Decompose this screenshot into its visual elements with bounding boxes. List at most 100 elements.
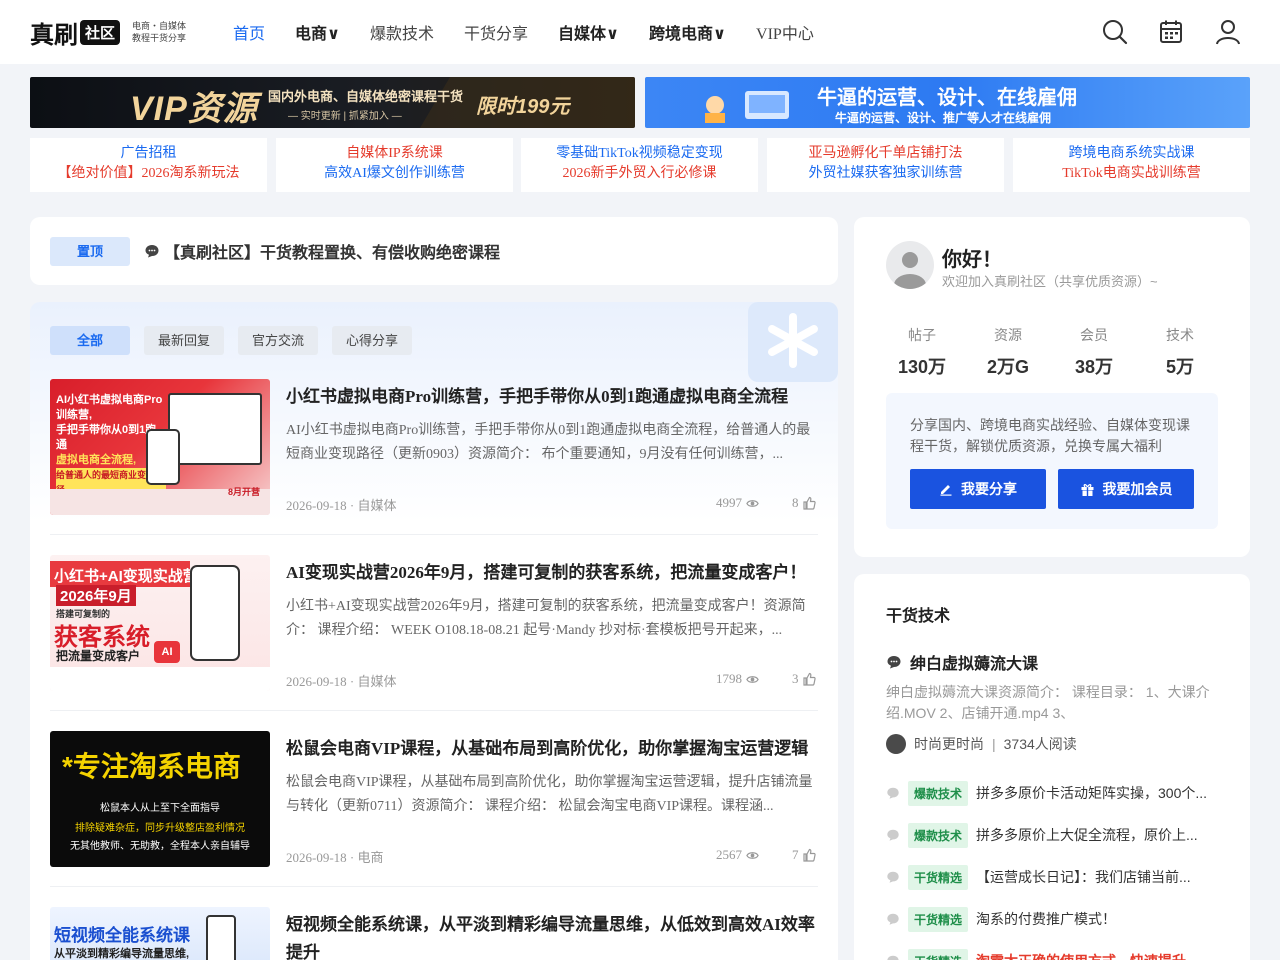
thumb-phone-image (206, 915, 236, 960)
thumb-text: 2026年9月 (56, 585, 136, 606)
share-button-label: 我要分享 (961, 481, 1017, 497)
category-tag[interactable]: 干货精选 (908, 906, 969, 932)
pinned-badge: 置顶 (50, 237, 130, 266)
author-avatar[interactable] (886, 734, 906, 754)
ad-slot-4-line1[interactable]: 亚马逊孵化千单店铺打法 (767, 144, 1004, 164)
ad-slot-4-line2[interactable]: 外贸社媒获客独家训练营 (767, 164, 1004, 184)
pinned-card: 置顶 【真刷社区】干货教程置换、有偿收购绝密课程 (30, 217, 838, 285)
ad-slot-5-line1[interactable]: 跨境电商系统实战课 (1013, 144, 1250, 164)
author-name[interactable]: 时尚更时尚 (914, 734, 984, 754)
user-icon[interactable] (1214, 18, 1242, 46)
list-item[interactable]: 干货精选 淘系的付费推广模式！ (886, 906, 1226, 932)
list-item[interactable]: 干货精选 淘需太正确的使用方式，快速提升 (886, 948, 1226, 960)
comment-icon (887, 656, 901, 669)
ad-slot-1-line1[interactable]: 广告招租 (30, 144, 267, 164)
tab-experience[interactable]: 心得分享 (332, 326, 412, 355)
post-thumbnail[interactable]: *专注淘系电商 松鼠本人从上至下全面指导 排除疑难杂症，同步升级整店盈利情况 无… (50, 731, 270, 867)
vip-banner-line1: 国内外电商、自媒体绝密课程干货 (268, 89, 464, 104)
stat-label: 会员 (1080, 327, 1108, 343)
post-item[interactable]: *专注淘系电商 松鼠本人从上至下全面指导 排除疑难杂症，同步升级整店盈利情况 无… (50, 731, 818, 867)
ad-slot-4[interactable]: 亚马逊孵化千单店铺打法 外贸社媒获客独家训练营 (767, 138, 1004, 192)
ad-slot-5-line2[interactable]: TikTok电商实战训练营 (1013, 164, 1250, 184)
site-logo[interactable]: 真刷 社区 电商・自媒体 教程干货分享 (30, 14, 192, 50)
ad-slot-3-line2[interactable]: 2026新手外贸入行必修课 (521, 164, 758, 184)
post-title[interactable]: 松鼠会电商VIP课程，从基础布局到高阶优化，助你掌握淘宝运营逻辑 (286, 735, 821, 763)
post-likes[interactable]: 7 (792, 847, 816, 863)
nav-vip-center[interactable]: VIP中心 (756, 20, 814, 44)
hire-banner-subtitle: 牛逼的运营、设计、推广等人才在线雇佣 (835, 111, 1052, 125)
thumb-text: *专注淘系电商 (62, 751, 241, 782)
stat-label: 技术 (1166, 327, 1194, 343)
stat-value: 130万 (897, 357, 947, 377)
nav-hot-tech[interactable]: 爆款技术 (370, 20, 434, 44)
post-thumbnail[interactable]: AI小红书虚拟电商Pro训练营, 手把手带你从0到1跑通 虚拟电商全流程, 给普… (50, 379, 270, 515)
list-item-title[interactable]: 拼多多原价卡活动矩阵实操，300个... (976, 783, 1226, 803)
vip-banner-price: 限时199元 (476, 96, 570, 118)
post-thumbnail[interactable]: 短视频全能系统课 从平淡到精彩编导流量思维, (50, 907, 270, 960)
post-title[interactable]: 短视频全能系统课，从平淡到精彩编导流量思维，从低效到高效AI效率提升 (286, 911, 821, 960)
featured-title-text[interactable]: 绅白虚拟薅流大课 (910, 650, 1038, 674)
thumb-text: 小红书+AI变现实战营 (54, 568, 198, 585)
category-tag[interactable]: 爆款技术 (908, 780, 969, 806)
ad-slot-3-line1[interactable]: 零基础TikTok视频稳定变现 (521, 144, 758, 164)
thumb-text: 从平淡到精彩编导流量思维, (54, 948, 190, 960)
thumb-ai-badge: AI (154, 641, 180, 663)
category-tag[interactable]: 干货精选 (908, 948, 969, 960)
ad-slot-5[interactable]: 跨境电商系统实战课 TikTok电商实战训练营 (1013, 138, 1250, 192)
list-item-title[interactable]: 淘需太正确的使用方式，快速提升 (976, 951, 1226, 960)
list-item-title[interactable]: 淘系的付费推广模式！ (976, 909, 1226, 929)
comment-icon (145, 245, 159, 258)
list-item-title[interactable]: 拼多多原价上大促全流程，原价上... (976, 825, 1226, 845)
stat-members: 会员 38万 (1054, 325, 1134, 379)
nav-dry-goods[interactable]: 干货分享 (464, 20, 528, 44)
search-icon[interactable] (1101, 18, 1129, 46)
ad-slot-3[interactable]: 零基础TikTok视频稳定变现 2026新手外贸入行必修课 (521, 138, 758, 192)
nav-cross-border[interactable]: 跨境电商∨ (649, 20, 726, 44)
list-item-title[interactable]: 【运营成长日记】：我们店铺当前... (976, 867, 1226, 887)
tab-official[interactable]: 官方交流 (238, 326, 318, 355)
post-thumbnail[interactable]: 小红书+AI变现实战营 2026年9月 搭建可复制的 获客系统 把流量变成客户 … (50, 555, 270, 691)
nav-self-media[interactable]: 自媒体∨ (558, 20, 619, 44)
post-divider (50, 710, 818, 711)
likes-count: 3 (792, 671, 799, 686)
featured-post-title[interactable]: 绅白虚拟薅流大课 (886, 650, 1038, 674)
avatar[interactable] (886, 241, 934, 289)
category-tag[interactable]: 干货精选 (908, 864, 969, 890)
gift-icon (1081, 483, 1093, 496)
ad-slot-2-line1[interactable]: 自媒体IP系统课 (276, 144, 513, 164)
post-likes[interactable]: 8 (792, 495, 816, 511)
post-item[interactable]: AI小红书虚拟电商Pro训练营, 手把手带你从0到1跑通 虚拟电商全流程, 给普… (50, 379, 818, 515)
list-item[interactable]: 干货精选 【运营成长日记】：我们店铺当前... (886, 864, 1226, 890)
tab-all[interactable]: 全部 (50, 326, 130, 355)
post-item[interactable]: 短视频全能系统课 从平淡到精彩编导流量思维, 短视频全能系统课，从平淡到精彩编导… (50, 907, 818, 960)
thumb-text: 排除疑难杂症，同步升级整店盈利情况 (75, 823, 245, 834)
post-item[interactable]: 小红书+AI变现实战营 2026年9月 搭建可复制的 获客系统 把流量变成客户 … (50, 555, 818, 691)
post-likes[interactable]: 3 (792, 671, 816, 687)
top-header: 真刷 社区 电商・自媒体 教程干货分享 首页 电商∨ 爆款技术 干货分享 自媒体… (0, 0, 1280, 64)
ad-slot-1[interactable]: 广告招租 【绝对价值】2026淘系新玩法 (30, 138, 267, 192)
stat-label: 帖子 (908, 327, 936, 343)
share-button[interactable]: 我要分享 (910, 469, 1046, 509)
hire-banner[interactable]: 牛逼的运营、设计、在线雇佣 牛逼的运营、设计、推广等人才在线雇佣 (645, 77, 1250, 128)
tab-latest-reply[interactable]: 最新回复 (144, 326, 224, 355)
list-item[interactable]: 爆款技术 拼多多原价卡活动矩阵实操，300个... (886, 780, 1226, 806)
pinned-title[interactable]: 【真刷社区】干货教程置换、有偿收购绝密课程 (164, 239, 500, 263)
pinned-post[interactable]: 【真刷社区】干货教程置换、有偿收购绝密课程 (144, 239, 500, 263)
ad-slot-2-line2[interactable]: 高效AI爆文创作训练营 (276, 164, 513, 184)
post-title[interactable]: 小红书虚拟电商Pro训练营，手把手带你从0到1跑通虚拟电商全流程 (286, 383, 821, 411)
ad-slot-1-line2[interactable]: 【绝对价值】2026淘系新玩法 (30, 164, 267, 184)
logo-subtitle: 电商・自媒体 教程干货分享 (132, 20, 192, 44)
list-item[interactable]: 爆款技术 拼多多原价上大促全流程，原价上... (886, 822, 1226, 848)
calendar-icon[interactable] (1157, 18, 1185, 46)
read-count: 3734人阅读 (1003, 736, 1077, 752)
share-text: 分享国内、跨境电商实战经验、自媒体变现课程干货，解锁优质资源，兑换专属大福利 (910, 417, 1190, 454)
ad-slot-2[interactable]: 自媒体IP系统课 高效AI爆文创作训练营 (276, 138, 513, 192)
category-tag[interactable]: 爆款技术 (908, 822, 969, 848)
post-title[interactable]: AI变现实战营2026年9月，搭建可复制的获客系统，把流量变成客户！ (286, 559, 821, 587)
nav-ecommerce[interactable]: 电商∨ (295, 20, 340, 44)
post-excerpt: 松鼠会电商VIP课程，从基础布局到高阶优化，助你掌握淘宝运营逻辑，提升店铺流量与… (286, 775, 813, 814)
hire-banner-illustration (705, 91, 789, 123)
nav-home[interactable]: 首页 (233, 20, 265, 44)
join-member-button[interactable]: 我要加会员 (1058, 469, 1194, 509)
vip-banner[interactable]: VIP资源 国内外电商、自媒体绝密课程干货 — 实时更新 | 抓紧加入 — 限时… (30, 77, 635, 128)
